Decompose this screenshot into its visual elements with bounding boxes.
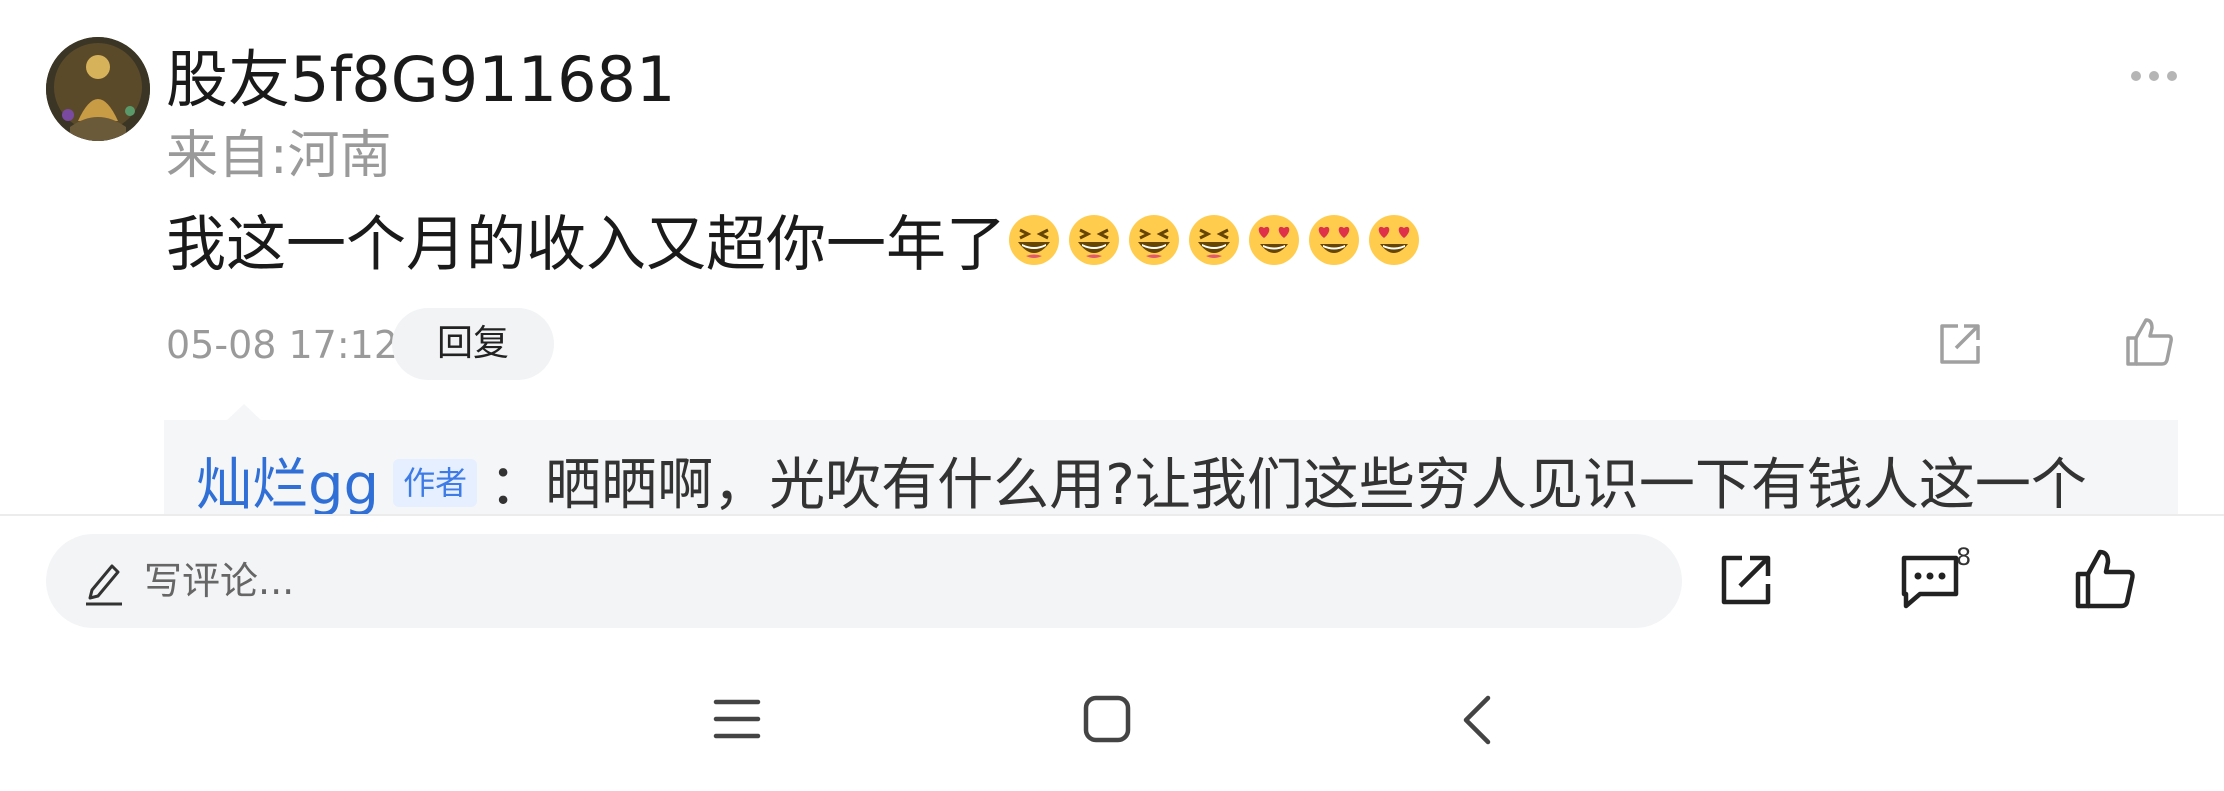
grinning-squinting-face-icon	[1009, 215, 1059, 265]
emoji-row	[1008, 214, 1420, 274]
user-location: 来自:河南	[166, 126, 392, 186]
home-icon[interactable]	[1082, 694, 1132, 744]
grinning-squinting-face-icon	[1189, 215, 1239, 265]
pencil-icon	[86, 564, 122, 606]
comment-timestamp: 05-08 17:12	[166, 323, 399, 367]
share-icon[interactable]	[1936, 320, 1984, 368]
thumbs-up-icon[interactable]	[2124, 316, 2176, 368]
comment-icon[interactable]	[1898, 548, 1962, 612]
username[interactable]: 股友5f8G911681	[166, 40, 675, 120]
reply-text: ：晒晒啊，光吹有什么用?让我们这些穷人见识一下有钱人这一个	[489, 453, 2087, 518]
comment-page: 股友5f8G911681 来自:河南 我这一个月的收入又超你一年了 05-08 …	[0, 0, 2224, 791]
recent-apps-icon[interactable]	[712, 696, 762, 742]
reply-line: 灿烂gg 作者 ：晒晒啊，光吹有什么用?让我们这些穷人见识一下有钱人这一个	[196, 446, 2087, 520]
comment-input[interactable]: 写评论...	[46, 534, 1682, 628]
heart-eyes-face-icon	[1309, 215, 1359, 265]
avatar[interactable]	[46, 37, 150, 141]
reply-author[interactable]: 灿烂gg	[196, 453, 379, 518]
reply-preview[interactable]: 灿烂gg 作者 ：晒晒啊，光吹有什么用?让我们这些穷人见识一下有钱人这一个	[164, 420, 2178, 520]
heart-eyes-face-icon	[1369, 215, 1419, 265]
reply-button[interactable]: 回复	[392, 308, 554, 380]
comment-text: 我这一个月的收入又超你一年了	[166, 210, 1006, 280]
back-icon[interactable]	[1456, 692, 1496, 748]
more-options-icon[interactable]	[2128, 62, 2180, 90]
grinning-squinting-face-icon	[1129, 215, 1179, 265]
reply-box-pointer	[226, 404, 262, 421]
thumbs-up-icon[interactable]	[2074, 548, 2138, 612]
comment-count-badge: 8	[1956, 543, 1972, 571]
heart-eyes-face-icon	[1249, 215, 1299, 265]
grinning-squinting-face-icon	[1069, 215, 1119, 265]
comment-input-placeholder: 写评论...	[144, 559, 295, 603]
avatar-image	[46, 37, 150, 141]
share-icon[interactable]	[1716, 550, 1776, 610]
author-badge: 作者	[393, 458, 478, 507]
